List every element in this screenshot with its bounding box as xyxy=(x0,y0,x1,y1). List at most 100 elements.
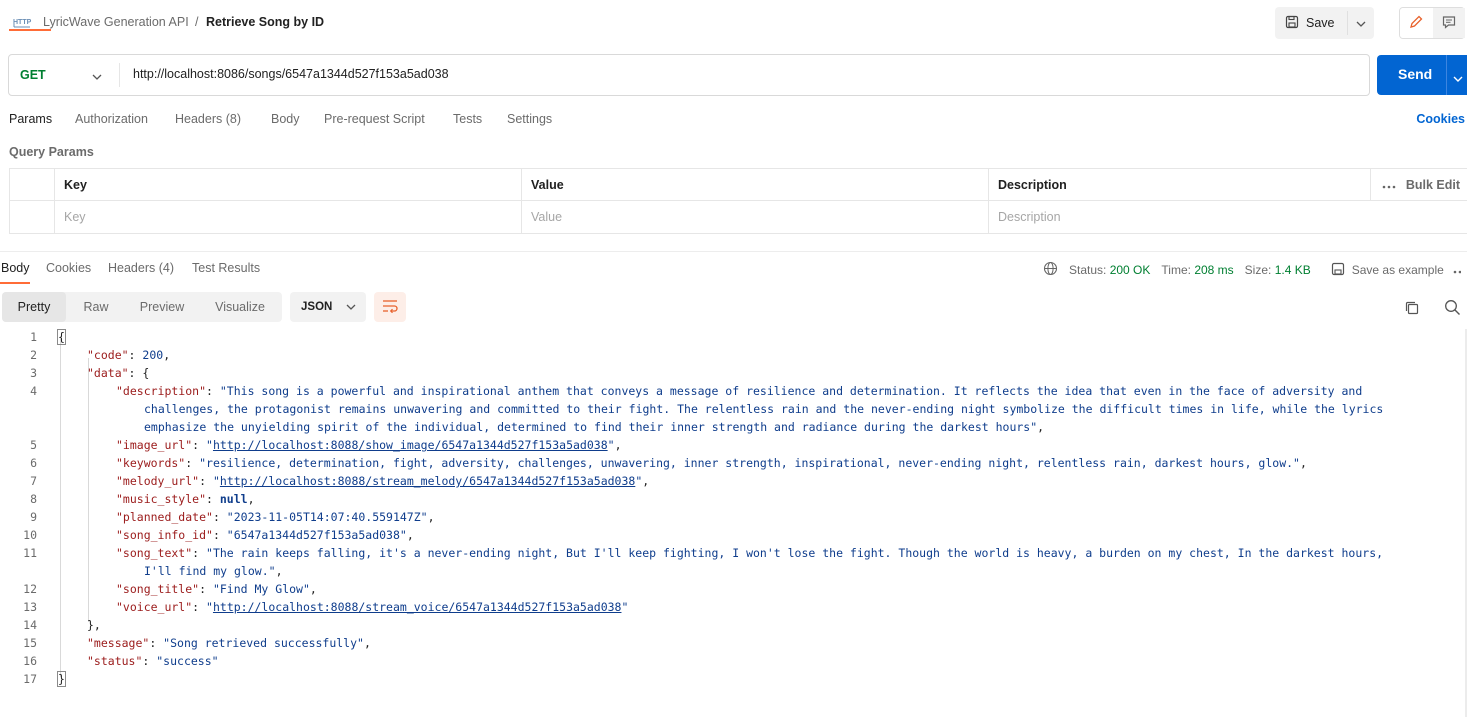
save-example-icon xyxy=(1331,262,1345,279)
description-value-1: "This song is a powerful and inspiration… xyxy=(219,384,1363,398)
code-line: } xyxy=(57,671,66,687)
description-input[interactable]: Description xyxy=(988,201,1467,233)
line-number: 17 xyxy=(23,672,37,686)
query-params-title: Query Params xyxy=(9,145,94,159)
cookies-link[interactable]: Cookies xyxy=(1416,112,1465,126)
message-value: "Song retrieved successfully" xyxy=(163,636,364,650)
resp-tab-body[interactable]: Body xyxy=(1,261,30,275)
url-divider xyxy=(119,63,120,87)
response-meta: Status: 200 OK Time: 208 ms Size: 1.4 KB… xyxy=(1043,261,1462,279)
row-checkbox-cell xyxy=(10,201,54,233)
save-as-example-button[interactable]: Save as example xyxy=(1352,263,1444,277)
voice-url-link[interactable]: http://localhost:8088/stream_voice/6547a… xyxy=(213,600,622,614)
bulk-edit-label: Bulk Edit xyxy=(1405,178,1460,192)
code-value: 200 xyxy=(142,348,164,362)
view-preview[interactable]: Preview xyxy=(126,292,198,322)
comments-button[interactable] xyxy=(1433,8,1465,38)
description-value-2: challenges, the protagonist remains unwa… xyxy=(144,402,1384,416)
line-number: 8 xyxy=(30,492,37,506)
line-number: 5 xyxy=(30,438,37,452)
response-divider[interactable] xyxy=(0,251,1467,252)
response-view-bar: Pretty Raw Preview Visualize JSON xyxy=(0,292,1467,324)
indent-guide xyxy=(60,339,61,677)
code-line: "code": 200, xyxy=(87,348,171,362)
code-line: "planned_date": "2023-11-05T14:07:40.559… xyxy=(116,510,435,524)
send-button[interactable]: Send xyxy=(1377,55,1467,95)
copy-icon[interactable] xyxy=(1404,300,1420,319)
value-input[interactable]: Value xyxy=(521,201,988,233)
tab-params[interactable]: Params xyxy=(9,112,52,126)
wrap-icon xyxy=(382,299,398,316)
line-number: 10 xyxy=(23,528,37,542)
code-line: { xyxy=(57,329,66,345)
view-visualize[interactable]: Visualize xyxy=(198,292,282,322)
view-mode-toggle xyxy=(1399,7,1465,39)
globe-icon[interactable] xyxy=(1043,261,1058,279)
line-number: 12 xyxy=(23,582,37,596)
status-value[interactable]: 200 OK xyxy=(1110,263,1151,277)
line-number: 6 xyxy=(30,456,37,470)
tab-body[interactable]: Body xyxy=(271,112,300,126)
view-raw[interactable]: Raw xyxy=(66,292,126,322)
line-number: 2 xyxy=(30,348,37,362)
table-header-row: Key Value Description Bulk Edit xyxy=(10,169,1467,201)
tab-headers[interactable]: Headers (8) xyxy=(175,112,241,126)
line-number: 4 xyxy=(30,384,37,398)
resp-tab-cookies[interactable]: Cookies xyxy=(46,261,91,275)
save-icon xyxy=(1285,15,1299,32)
tab-settings[interactable]: Settings xyxy=(507,112,552,126)
line-number: 3 xyxy=(30,366,37,380)
url-bar: GET http://localhost:8086/songs/6547a134… xyxy=(8,54,1370,96)
code-line: "image_url": "http://localhost:8088/show… xyxy=(116,438,622,452)
top-bar: HTTP LyricWave Generation API / Retrieve… xyxy=(0,0,1467,46)
view-pretty[interactable]: Pretty xyxy=(2,292,66,322)
table-row: Key Value Description xyxy=(10,201,1467,233)
send-label: Send xyxy=(1398,66,1433,82)
more-icon[interactable] xyxy=(1453,263,1462,277)
search-icon[interactable] xyxy=(1444,299,1461,319)
time-label: Time: xyxy=(1161,263,1191,277)
key-input[interactable]: Key xyxy=(54,201,521,233)
format-select[interactable]: JSON xyxy=(290,292,366,322)
code-line: "status": "success" xyxy=(87,654,219,668)
image-url-link[interactable]: http://localhost:8088/show_image/6547a13… xyxy=(213,438,608,452)
more-icon xyxy=(1382,178,1396,192)
resp-tab-headers[interactable]: Headers (4) xyxy=(108,261,174,275)
breadcrumb-separator: / xyxy=(195,15,199,29)
code-line: "voice_url": "http://localhost:8088/stre… xyxy=(116,600,629,614)
url-input[interactable]: http://localhost:8086/songs/6547a1344d52… xyxy=(133,67,449,81)
column-header-key: Key xyxy=(54,169,521,201)
column-header-description: Description xyxy=(988,169,1370,201)
method-select[interactable]: GET xyxy=(9,55,119,95)
bulk-edit-button[interactable]: Bulk Edit xyxy=(1382,178,1460,192)
request-title[interactable]: Retrieve Song by ID xyxy=(206,15,324,29)
resp-tab-test-results[interactable]: Test Results xyxy=(192,261,260,275)
wrap-lines-button[interactable] xyxy=(374,292,406,322)
save-button[interactable]: Save xyxy=(1275,7,1347,39)
line-number: 14 xyxy=(23,618,37,632)
breadcrumb-collection[interactable]: LyricWave Generation API xyxy=(43,15,189,29)
tab-pre-request-script[interactable]: Pre-request Script xyxy=(324,112,425,126)
indent-guide xyxy=(88,358,89,622)
code-line: "music_style": null, xyxy=(116,492,255,506)
music-style-value: null xyxy=(219,492,248,506)
line-number: 7 xyxy=(30,474,37,488)
song-title-value: "Find My Glow" xyxy=(212,582,310,596)
code-line: }, xyxy=(87,618,101,632)
tab-authorization[interactable]: Authorization xyxy=(75,112,148,126)
size-value[interactable]: 1.4 KB xyxy=(1275,263,1311,277)
chevron-down-icon[interactable] xyxy=(1453,69,1463,85)
save-label: Save xyxy=(1306,16,1335,30)
tab-tests[interactable]: Tests xyxy=(453,112,482,126)
checkbox-column xyxy=(10,169,54,201)
chevron-down-icon xyxy=(92,69,102,83)
melody-url-link[interactable]: http://localhost:8088/stream_melody/6547… xyxy=(220,474,635,488)
edit-button[interactable] xyxy=(1400,8,1432,38)
column-header-value: Value xyxy=(521,169,988,201)
line-number: 15 xyxy=(23,636,37,650)
size-label: Size: xyxy=(1244,263,1272,277)
active-response-tab-indicator xyxy=(0,282,30,284)
save-options-button[interactable] xyxy=(1348,7,1374,39)
description-value-3: emphasize the unyielding spirit of the i… xyxy=(144,420,1038,434)
time-value[interactable]: 208 ms xyxy=(1194,263,1233,277)
